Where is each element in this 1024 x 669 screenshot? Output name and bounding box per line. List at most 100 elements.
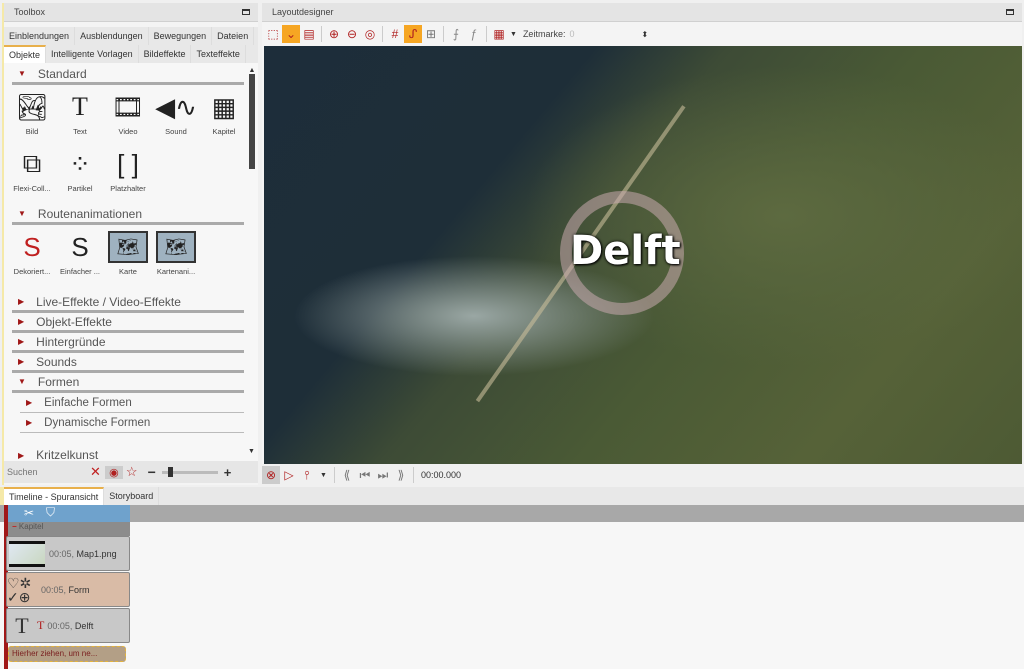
properties-icon[interactable]: ▦	[490, 25, 508, 43]
collapse-icon[interactable]: −	[12, 522, 17, 531]
chapter-header[interactable]: − Kapitel	[8, 522, 130, 536]
map-icon: 🗺	[108, 231, 148, 263]
scroll-thumb[interactable]	[249, 74, 255, 169]
rewind-icon[interactable]: ⟪	[338, 466, 356, 484]
tab-row-2: Objekte Intelligente Vorlagen Bildeffekte T…	[4, 45, 258, 63]
tab-dateien[interactable]: Dateien	[212, 27, 255, 45]
spinner-icon[interactable]: ⬍	[641, 30, 648, 39]
zeitmarke-input[interactable]: 0	[569, 29, 639, 39]
section-label: Live-Effekte / Video-Effekte	[36, 294, 181, 309]
toolbox-panel: Toolbox Einblendungen Ausblendungen Bewegu…	[2, 3, 258, 485]
collapsed-icon: ▶	[18, 317, 25, 326]
toolbox-item[interactable]: 🗺 Karte	[104, 231, 152, 285]
maximize-icon[interactable]	[242, 9, 250, 15]
layers-icon[interactable]: ▤	[300, 25, 318, 43]
star-icon[interactable]: ☆	[126, 464, 138, 480]
tab-einblendungen[interactable]: Einblendungen	[4, 27, 76, 45]
dropdown-icon[interactable]: ▼	[510, 31, 517, 38]
ruler-header: ✂ ⛉	[4, 505, 130, 522]
toolbox-item[interactable]: ▦ Kapitel	[200, 91, 248, 145]
toolbox-item[interactable]: ⁘ Partikel	[56, 148, 104, 202]
toolbox-item[interactable]: S Einfacher ...	[56, 231, 104, 285]
remove-keyframe-icon[interactable]: ƒ	[465, 25, 483, 43]
section-item[interactable]: ▶ Hintergründe	[12, 333, 244, 353]
expanded-icon: ▼	[18, 209, 26, 218]
cut-icon[interactable]: ✂	[24, 506, 34, 520]
maximize-icon[interactable]	[1006, 9, 1014, 15]
zoom-slider[interactable]	[161, 466, 218, 477]
prev-icon[interactable]: ⏮	[356, 466, 374, 484]
toolbox-item[interactable]: ⧉ Flexi-Coll...	[8, 148, 56, 202]
reset-zoom-icon[interactable]: ⊗	[262, 466, 280, 484]
tab-storyboard[interactable]: Storyboard	[104, 487, 160, 505]
toolbox-item-label: Kartenani...	[156, 267, 196, 276]
toolbox-item-label: Video	[118, 127, 138, 136]
map-label: Delft	[570, 228, 681, 274]
time-display: 00:00.000	[420, 470, 461, 480]
toolbox-item[interactable]: 🗺 Kartenani...	[152, 231, 200, 285]
toolbox-item-label: Karte	[119, 267, 137, 276]
tab-bewegungen[interactable]: Bewegungen	[149, 27, 213, 45]
clip-form[interactable]: ♡✲ ✓⊕ 00:05, Form	[6, 572, 130, 607]
section-item[interactable]: ▶ Objekt-Effekte	[12, 313, 244, 333]
play-icon[interactable]: ▷	[280, 466, 298, 484]
tab-texteffekte[interactable]: Texteffekte	[191, 45, 246, 63]
layoutdesigner-panel: Layoutdesigner ⬚ ⌄ ▤ ⊕ ⊖ ◎ # ᔑ ⊞ ⨍ ƒ ▦ ▼…	[262, 3, 1022, 486]
tab-ausblendungen[interactable]: Ausblendungen	[75, 27, 149, 45]
map-preview[interactable]: Delft	[264, 46, 1022, 464]
toolbox-item[interactable]: 🏞 Bild	[8, 91, 56, 145]
drop-zone[interactable]: Hierher ziehen, um ne...	[8, 646, 126, 662]
select-icon[interactable]: ⬚	[264, 25, 282, 43]
section-item[interactable]: ▶ Live-Effekte / Video-Effekte	[12, 293, 244, 313]
section-standard[interactable]: ▼ Standard	[12, 65, 244, 85]
camera-icon[interactable]: ⊞	[422, 25, 440, 43]
zoom-in-icon[interactable]: ⊕	[325, 25, 343, 43]
clip-text[interactable]: T Ƭ 00:05, Delft	[6, 608, 130, 643]
toolbox-item[interactable]: 🎞 Video	[104, 91, 152, 145]
toolbox-item-label: Kapitel	[212, 127, 236, 136]
marker-icon[interactable]: ⛉	[46, 505, 55, 520]
clip-map[interactable]: 00:05, Map1.png	[6, 536, 130, 571]
zoom-out-icon[interactable]: ⊖	[343, 25, 361, 43]
collapsed-icon: ▶	[18, 337, 25, 346]
section-formen[interactable]: ▼ Formen	[12, 373, 244, 393]
tab-objekte[interactable]: Objekte	[4, 45, 47, 63]
dropdown-icon[interactable]: ▼	[320, 472, 327, 479]
toolbox-item[interactable]: [ ] Platzhalter	[104, 148, 152, 202]
tab-timeline[interactable]: Timeline - Spuransicht	[4, 487, 105, 505]
section-route[interactable]: ▼ Routenanimationen	[12, 205, 244, 225]
toolbox-item[interactable]: S Dekoriert...	[8, 231, 56, 285]
collapsed-icon: ▶	[18, 357, 25, 366]
toolbox-item-label: Einfacher ...	[59, 267, 101, 276]
section-einfache-formen[interactable]: ▶ Einfache Formen	[20, 393, 244, 413]
section-dynamische-formen[interactable]: ▶ Dynamische Formen	[20, 413, 244, 433]
section-item[interactable]: ▶ Sounds	[12, 353, 244, 373]
tab-bildeffekte[interactable]: Bildeffekte	[139, 45, 192, 63]
scroll-up-icon[interactable]: ▲	[248, 67, 256, 74]
forward-icon[interactable]: ⟫	[392, 466, 410, 484]
add-keyframe-icon[interactable]: ⨍	[447, 25, 465, 43]
next-icon[interactable]: ⏭	[374, 466, 392, 484]
play-from-icon[interactable]: ⫯	[298, 466, 316, 484]
tab-intelligente-vorlagen[interactable]: Intelligente Vorlagen	[46, 45, 139, 63]
path-icon[interactable]: ᔑ	[404, 25, 422, 43]
clear-icon[interactable]: ✕	[90, 464, 101, 480]
zoom-in-button[interactable]: +	[224, 465, 232, 480]
toolbox-item[interactable]: ◀∿ Sound	[152, 91, 200, 145]
toolbox-title: Toolbox	[4, 3, 258, 22]
search-input[interactable]	[4, 463, 86, 481]
eye-icon[interactable]: ◉	[104, 465, 123, 479]
timeline-area: ✂ ⛉ − Kapitel 00:05, Map1.png ♡✲ ✓⊕ 00:05,…	[0, 505, 1024, 669]
collage-icon: ⧉	[22, 148, 42, 178]
scroll-down-icon[interactable]: ▼	[248, 448, 255, 455]
grid-icon[interactable]: #	[386, 25, 404, 43]
toolbox-item[interactable]: T Text	[56, 91, 104, 145]
scrollbar[interactable]: ▲ ▼	[248, 67, 256, 455]
section-kritzelkunst[interactable]: ▶ Kritzelkunst	[12, 445, 244, 461]
snap-icon[interactable]: ⌄	[282, 25, 300, 43]
simple-route-icon: S	[71, 231, 89, 262]
zoom-out-button[interactable]: −	[148, 464, 156, 480]
zoom-fit-icon[interactable]: ◎	[361, 25, 379, 43]
timeline-tabs: Timeline - Spuransicht Storyboard	[0, 487, 1024, 505]
tab-row-1: Einblendungen Ausblendungen Bewegungen Date…	[4, 27, 258, 45]
